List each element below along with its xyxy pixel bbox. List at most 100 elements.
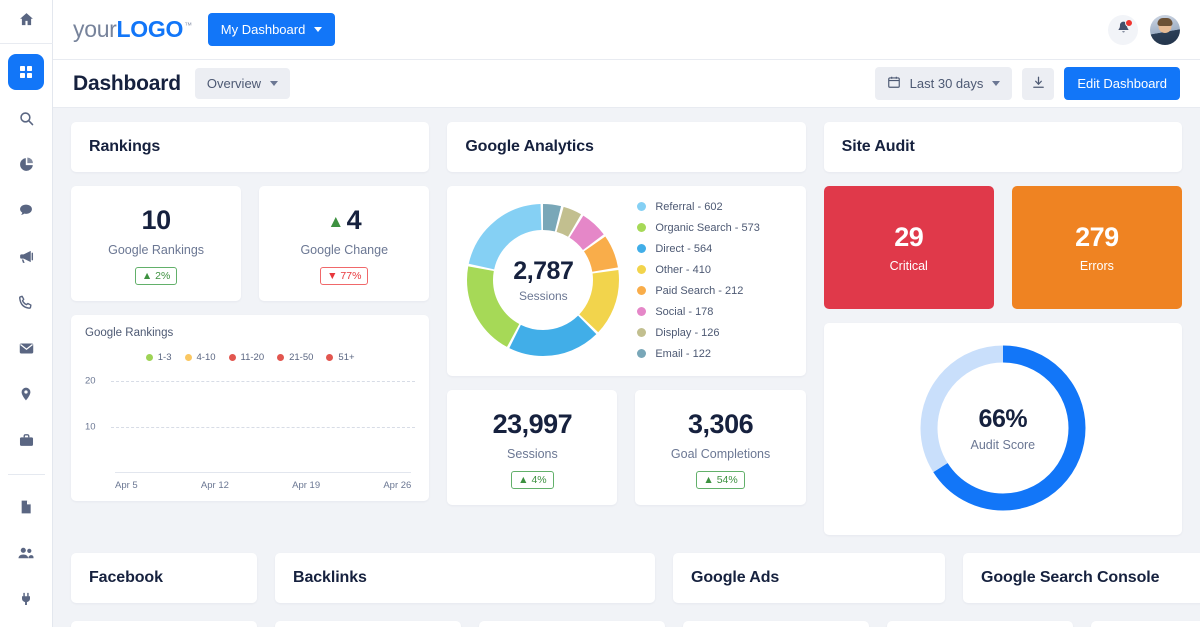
metric-card-google-rankings[interactable]: 10 Google Rankings ▲ 2%: [71, 186, 241, 301]
legend-item[interactable]: 21-50: [277, 352, 313, 363]
stub-card: [683, 621, 869, 627]
google-rankings-chart-card: Google Rankings 1-34-1011-2021-5051+ 20 …: [71, 315, 429, 501]
audit-tile-critical[interactable]: 29 Critical: [824, 186, 994, 309]
tile-label: Critical: [890, 259, 928, 273]
sidebar-item-chat[interactable]: [8, 192, 44, 228]
plug-icon: [18, 591, 34, 607]
notification-badge-dot: [1125, 19, 1133, 27]
logo-tm: ™: [184, 21, 192, 30]
search-icon: [18, 110, 35, 127]
analytics-metrics: 23,997 Sessions ▲ 4% 3,306 Goal Completi…: [447, 390, 805, 505]
status-badge: ▲ 4%: [511, 471, 554, 489]
legend-item[interactable]: Referral - 602: [637, 201, 760, 213]
legend-item[interactable]: 11-20: [229, 352, 265, 363]
download-icon: [1031, 75, 1046, 93]
legend-color-swatch: [637, 286, 646, 295]
sidebar-item-dashboard[interactable]: [8, 54, 44, 90]
metric-label: Sessions: [457, 447, 607, 461]
chevron-down-icon: [314, 27, 322, 32]
phone-icon: [18, 294, 34, 310]
sidebar-item-locations[interactable]: [8, 376, 44, 412]
metric-value: 10: [81, 206, 231, 234]
sidebar-item-home[interactable]: [0, 0, 53, 44]
users-icon: [17, 544, 35, 562]
chevron-down-icon: [992, 81, 1000, 86]
badge-value: 4%: [531, 474, 546, 486]
rankings-metrics: 10 Google Rankings ▲ 2% ▲4 Google Change…: [71, 186, 429, 301]
avatar[interactable]: [1150, 15, 1180, 45]
sidebar-item-business[interactable]: [8, 422, 44, 458]
date-range-button[interactable]: Last 30 days: [875, 67, 1013, 100]
legend-color-swatch: [637, 328, 646, 337]
legend-item[interactable]: Other - 410: [637, 264, 760, 276]
chevron-down-icon: [270, 81, 278, 86]
legend-color-swatch: [637, 244, 646, 253]
chart-legend: 1-3 4-10 11-20 21-50 51+: [85, 352, 415, 363]
badge-arrow-icon: ▼: [327, 270, 337, 282]
metric-card-goal-completions[interactable]: 3,306 Goal Completions ▲ 54%: [635, 390, 805, 505]
panel-title-google-ads: Google Ads: [673, 553, 945, 603]
legend-label: 11-20: [241, 352, 265, 363]
stub-card: [71, 621, 257, 627]
rankings-panel: Rankings 10 Google Rankings ▲ 2% ▲4 Goog…: [71, 122, 429, 535]
metric-card-sessions[interactable]: 23,997 Sessions ▲ 4%: [447, 390, 617, 505]
metric-label: Google Rankings: [81, 243, 231, 257]
audit-score-card: 66% Audit Score: [824, 323, 1182, 535]
metric-label: Google Change: [269, 243, 419, 257]
view-selector-button[interactable]: Overview: [195, 68, 290, 99]
legend-label: 21-50: [289, 352, 313, 363]
legend-label: Other - 410: [655, 264, 711, 276]
y-tick-label: 20: [85, 376, 96, 387]
sidebar-item-campaigns[interactable]: [8, 238, 44, 274]
sidebar-item-integrations[interactable]: [8, 581, 44, 617]
legend-color-swatch: [229, 354, 236, 361]
left-sidebar: [0, 0, 53, 627]
notifications-button[interactable]: [1108, 15, 1138, 45]
metric-label: Goal Completions: [645, 447, 795, 461]
legend-item[interactable]: Email - 122: [637, 348, 760, 360]
rankings-panel-title: Rankings: [71, 122, 429, 172]
stub-card: [887, 621, 1073, 627]
sidebar-item-mail[interactable]: [8, 330, 44, 366]
legend-label: Social - 178: [655, 306, 713, 318]
sidebar-item-calls[interactable]: [8, 284, 44, 320]
legend-item[interactable]: Paid Search - 212: [637, 285, 760, 297]
audit-tile-errors[interactable]: 279 Errors: [1012, 186, 1182, 309]
legend-label: Email - 122: [655, 348, 711, 360]
edit-dashboard-button[interactable]: Edit Dashboard: [1064, 67, 1180, 100]
dashboard-selector-button[interactable]: My Dashboard: [208, 13, 336, 46]
chart-bars: [115, 373, 411, 473]
y-tick-label: 10: [85, 422, 96, 433]
legend-label: 1-3: [158, 352, 172, 363]
site-audit-panel-title: Site Audit: [824, 122, 1182, 172]
legend-item[interactable]: 51+: [326, 352, 354, 363]
donut-center-label: Sessions: [519, 289, 568, 303]
legend-item[interactable]: 4-10: [185, 352, 216, 363]
chat-bubble-icon: [18, 202, 34, 218]
donut-legend: Referral - 602 Organic Search - 573 Direct…: [637, 201, 760, 360]
sidebar-item-reports[interactable]: [8, 489, 44, 525]
edit-dashboard-label: Edit Dashboard: [1077, 76, 1167, 91]
legend-item[interactable]: Organic Search - 573: [637, 222, 760, 234]
download-button[interactable]: [1022, 68, 1054, 100]
main-region: yourLOGO™ My Dashboard Dashboard: [53, 0, 1200, 627]
legend-item[interactable]: Social - 178: [637, 306, 760, 318]
gauge-label: Audit Score: [971, 438, 1036, 452]
legend-color-swatch: [637, 223, 646, 232]
legend-label: Referral - 602: [655, 201, 722, 213]
app-root: yourLOGO™ My Dashboard Dashboard: [0, 0, 1200, 627]
legend-item[interactable]: Display - 126: [637, 327, 760, 339]
trend-up-icon: ▲: [327, 212, 343, 231]
chart-title: Google Rankings: [85, 327, 415, 339]
document-icon: [18, 499, 34, 515]
audit-score-gauge: 66% Audit Score: [914, 339, 1092, 517]
legend-item[interactable]: Direct - 564: [637, 243, 760, 255]
bottom-panel-row: Facebook Backlinks Google Ads Google Sea…: [71, 553, 1182, 603]
grid-icon: [18, 64, 34, 80]
dashboard-grid: Rankings 10 Google Rankings ▲ 2% ▲4 Goog…: [71, 122, 1182, 535]
metric-card-google-change[interactable]: ▲4 Google Change ▼ 77%: [259, 186, 429, 301]
sidebar-item-search[interactable]: [8, 100, 44, 136]
sidebar-item-users[interactable]: [8, 535, 44, 571]
legend-item[interactable]: 1-3: [146, 352, 172, 363]
sidebar-item-analytics[interactable]: [8, 146, 44, 182]
